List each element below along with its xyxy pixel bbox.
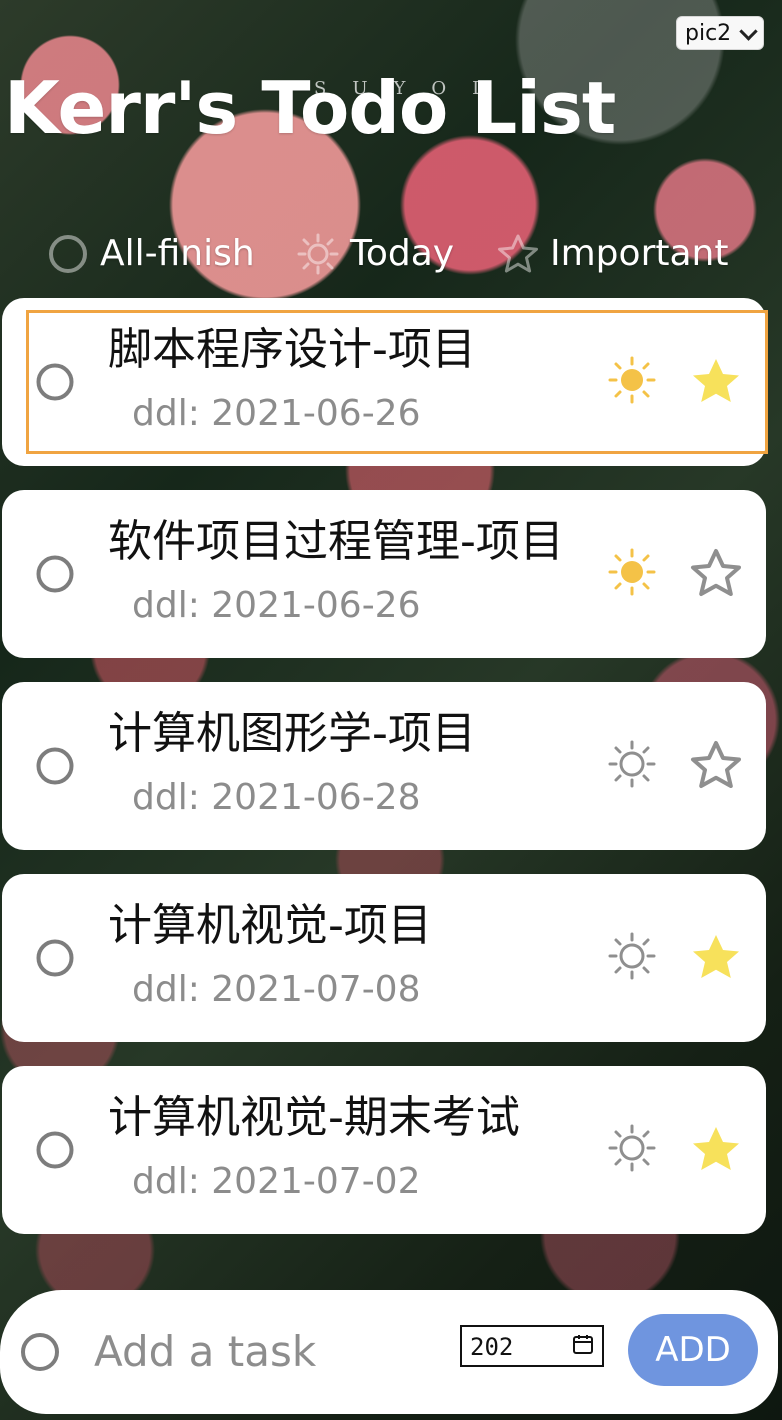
add-button[interactable]: ADD — [628, 1314, 758, 1386]
sun-icon — [608, 932, 656, 980]
add-task-bar: 202 ADD — [0, 1290, 778, 1414]
task-card[interactable]: 计算机视觉-期末考试 ddl: 2021-07-02 — [2, 1066, 766, 1234]
calendar-icon — [573, 1335, 593, 1354]
star-icon — [693, 359, 739, 402]
task-complete-checkbox[interactable] — [35, 938, 75, 978]
important-toggle-button[interactable] — [688, 738, 744, 794]
important-toggle-button[interactable] — [688, 1122, 744, 1178]
star-icon — [498, 234, 538, 273]
star-icon — [691, 741, 741, 788]
task-deadline: ddl: 2021-07-08 — [132, 969, 421, 1010]
deadline-date-input[interactable]: 202 — [460, 1325, 604, 1367]
task-deadline: ddl: 2021-06-28 — [132, 777, 421, 818]
sun-icon — [608, 740, 656, 788]
task-deadline: ddl: 2021-07-02 — [132, 1161, 421, 1202]
task-complete-checkbox[interactable] — [35, 746, 75, 786]
theme-select[interactable]: pic2 — [676, 16, 764, 50]
sun-icon — [608, 548, 656, 596]
tab-all-finish[interactable]: All-finish — [46, 232, 255, 276]
date-input-value: 202 — [470, 1333, 514, 1361]
add-task-input[interactable] — [94, 1322, 434, 1380]
task-title: 软件项目过程管理-项目 — [108, 516, 564, 567]
today-toggle-button[interactable] — [606, 546, 658, 598]
task-title: 脚本程序设计-项目 — [108, 324, 476, 375]
star-icon — [691, 549, 741, 596]
tab-important[interactable]: Important — [496, 232, 728, 276]
add-task-circle-icon — [21, 1333, 59, 1371]
task-card[interactable]: 计算机图形学-项目 ddl: 2021-06-28 — [2, 682, 766, 850]
today-toggle-button[interactable] — [606, 354, 658, 406]
sun-icon — [297, 233, 339, 275]
chevron-down-icon — [739, 21, 758, 41]
star-icon — [693, 1127, 739, 1170]
star-icon — [693, 935, 739, 978]
tab-important-label: Important — [550, 233, 729, 274]
today-toggle-button[interactable] — [606, 738, 658, 790]
task-card[interactable]: 计算机视觉-项目 ddl: 2021-07-08 — [2, 874, 766, 1042]
circle-icon — [49, 235, 87, 273]
task-deadline: ddl: 2021-06-26 — [132, 585, 421, 626]
today-toggle-button[interactable] — [606, 930, 658, 982]
tab-all-finish-label: All-finish — [100, 233, 255, 274]
task-title: 计算机视觉-期末考试 — [108, 1092, 520, 1143]
tab-today[interactable]: Today — [296, 232, 454, 276]
task-complete-checkbox[interactable] — [35, 362, 75, 402]
sun-icon — [608, 356, 656, 404]
task-complete-checkbox[interactable] — [35, 554, 75, 594]
important-toggle-button[interactable] — [688, 546, 744, 602]
task-card[interactable]: 脚本程序设计-项目 ddl: 2021-06-26 — [2, 298, 768, 466]
page-title: Kerr's Todo List — [4, 66, 616, 150]
task-title: 计算机视觉-项目 — [108, 900, 432, 951]
task-deadline: ddl: 2021-06-26 — [132, 393, 421, 434]
important-toggle-button[interactable] — [688, 930, 744, 986]
tab-today-label: Today — [350, 233, 455, 274]
task-title: 计算机图形学-项目 — [108, 708, 476, 759]
today-toggle-button[interactable] — [606, 1122, 658, 1174]
task-card[interactable]: 软件项目过程管理-项目 ddl: 2021-06-26 — [2, 490, 766, 658]
important-toggle-button[interactable] — [688, 354, 744, 410]
sun-icon — [608, 1124, 656, 1172]
theme-select-value: pic2 — [685, 20, 732, 46]
task-complete-checkbox[interactable] — [35, 1130, 75, 1170]
